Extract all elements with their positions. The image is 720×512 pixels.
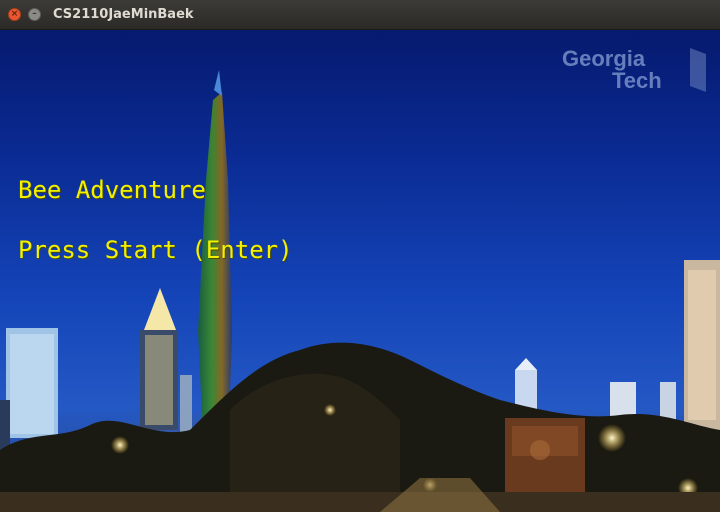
title-background: Georgia Tech <box>0 30 720 512</box>
minimize-button[interactable]: – <box>28 8 41 21</box>
close-button[interactable]: × <box>8 8 21 21</box>
game-title: Bee Adventure <box>18 176 206 204</box>
close-icon: × <box>10 9 19 19</box>
title-bar[interactable]: × – CS2110JaeMinBaek <box>0 0 720 30</box>
app-window: × – CS2110JaeMinBaek Georgia Tech Bee Ad… <box>0 0 720 512</box>
start-prompt[interactable]: Press Start (Enter) <box>18 236 293 264</box>
ground <box>0 492 720 512</box>
brick-building <box>505 418 585 500</box>
window-title: CS2110JaeMinBaek <box>53 7 194 22</box>
game-screen[interactable]: Georgia Tech Bee Adventure Press Start (… <box>0 30 720 512</box>
minimize-icon: – <box>32 9 37 19</box>
logo-line-2: Tech <box>612 68 662 93</box>
